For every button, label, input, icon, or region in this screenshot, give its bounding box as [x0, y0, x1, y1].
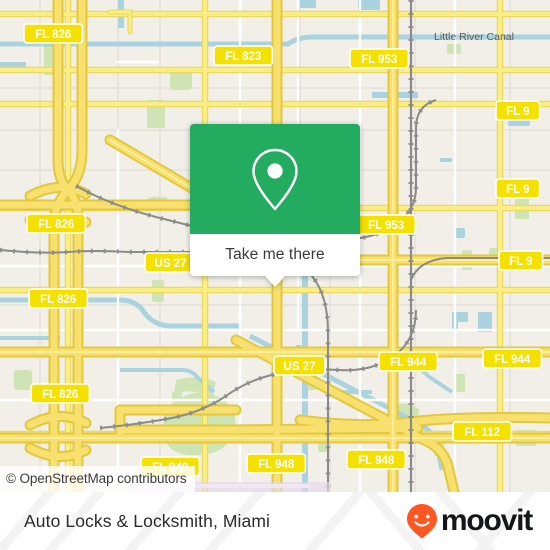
- road-shield: FL 944: [378, 351, 439, 372]
- road-shield-label: US 27: [155, 258, 187, 270]
- road-shield: FL 112: [452, 421, 513, 442]
- road-shield-label: FL 9: [506, 106, 529, 118]
- road-shield-label: FL 948: [258, 459, 295, 471]
- road-shield-label: FL 9: [506, 184, 529, 196]
- road-shield-label: FL 953: [368, 220, 404, 232]
- map-pin-icon: [252, 148, 298, 211]
- osm-attribution[interactable]: © OpenStreetMap contributors: [0, 466, 195, 492]
- popup-pin-panel: [190, 124, 360, 234]
- map-water-label-group: Little River Canal: [434, 31, 514, 43]
- road-shield: FL 944: [482, 348, 543, 369]
- moovit-brand[interactable]: moovit: [405, 502, 533, 540]
- road-shield-label: FL 826: [38, 219, 74, 231]
- place-title: Auto Locks & Locksmith, Miami: [24, 510, 271, 531]
- map-screenshot: Little River Canal FL 826 FL 823 FL 953 FL …: [0, 0, 550, 550]
- road-shield: FL 823: [213, 45, 274, 66]
- take-me-there-label: Take me there: [225, 246, 325, 263]
- road-shield: FL 826: [26, 213, 87, 234]
- road-shield-label: FL 9: [509, 256, 532, 268]
- road-shield-label: FL 948: [358, 455, 395, 467]
- road-shield: FL 9: [498, 250, 544, 271]
- footer-bar: Auto Locks & Locksmith, Miami moovit: [0, 492, 550, 550]
- road-shield-label: FL 944: [390, 357, 427, 369]
- road-shield-label: FL 826: [40, 294, 76, 306]
- road-shield: FL 953: [356, 214, 417, 235]
- road-shield: FL 948: [246, 453, 307, 474]
- road-shield: FL 953: [349, 48, 410, 69]
- road-shield: US 27: [144, 252, 197, 273]
- road-shield-label: US 27: [284, 361, 316, 373]
- road-shield: FL 826: [30, 383, 91, 404]
- road-shield-label: FL 953: [361, 54, 397, 66]
- road-shield-label: FL 112: [464, 427, 500, 439]
- popup-tail-pointer: [264, 275, 286, 287]
- road-shield-label: FL 826: [35, 29, 71, 41]
- road-shield-label: FL 944: [494, 354, 531, 366]
- destination-popup[interactable]: Take me there: [190, 124, 360, 287]
- road-shield: FL 948: [346, 449, 407, 470]
- road-shield: FL 9: [495, 178, 541, 199]
- road-shield: US 27: [273, 355, 326, 376]
- road-shield: FL 826: [28, 288, 89, 309]
- road-shield: FL 9: [495, 100, 541, 121]
- moovit-wordmark: moovit: [440, 504, 533, 537]
- moovit-pin-icon: [406, 504, 437, 539]
- water-label-little-river-canal: Little River Canal: [434, 31, 514, 43]
- road-shield: FL 826: [23, 23, 84, 44]
- road-shield-label: FL 823: [225, 51, 261, 63]
- road-shield-label: FL 826: [42, 389, 78, 401]
- popup-cta-panel[interactable]: Take me there: [190, 234, 360, 287]
